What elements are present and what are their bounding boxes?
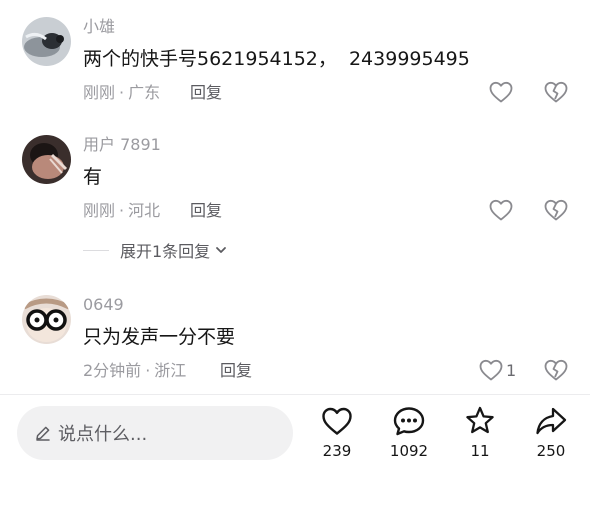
expand-divider-line — [83, 249, 109, 251]
comment-meta: 2分钟前 · 浙江 — [83, 361, 186, 381]
dislike-button[interactable] — [542, 195, 570, 225]
heart-outline-icon — [489, 199, 513, 221]
comment-action-button[interactable]: 1092 — [374, 405, 444, 465]
comment-location: 河北 — [128, 201, 161, 220]
heart-outline-icon — [489, 81, 513, 103]
comment-input-placeholder: 说点什么... — [58, 424, 148, 445]
comment-time: 刚刚 — [83, 201, 116, 220]
like-button[interactable] — [488, 77, 516, 107]
share-action-button[interactable]: 250 — [516, 405, 586, 465]
dislike-button[interactable] — [542, 77, 570, 107]
comment-username[interactable]: 小雄 — [83, 17, 115, 37]
expand-replies-button[interactable]: 展开1条回复 — [83, 240, 228, 261]
comment-text: 有 — [83, 166, 103, 188]
pencil-icon — [36, 426, 50, 441]
meta-separator: · — [145, 361, 151, 380]
comment-time: 2分钟前 — [83, 361, 142, 380]
favorite-action-button[interactable]: 11 — [445, 405, 515, 465]
meta-separator: · — [119, 201, 125, 220]
heart-outline-icon — [322, 407, 352, 435]
comment-username[interactable]: 0649 — [83, 295, 124, 315]
comment-meta: 刚刚 · 广东 — [83, 83, 160, 103]
speech-bubble-icon — [393, 407, 425, 436]
like-count: 1 — [506, 360, 517, 380]
dislike-button[interactable] — [542, 355, 570, 385]
reply-button[interactable]: 回复 — [190, 201, 222, 221]
comment-text: 两个的快手号5621954152， 2439995495 — [83, 48, 470, 70]
like-button[interactable]: 1 — [478, 355, 516, 385]
share-arrow-icon — [536, 407, 567, 435]
broken-heart-icon — [544, 199, 568, 221]
comment-input[interactable]: 说点什么... — [17, 406, 293, 460]
favorite-action-count: 11 — [470, 442, 490, 460]
avatar[interactable] — [22, 295, 71, 344]
like-button[interactable] — [488, 195, 516, 225]
comment-action-count: 1092 — [389, 442, 429, 460]
broken-heart-icon — [544, 81, 568, 103]
heart-outline-icon — [479, 359, 503, 381]
meta-separator: · — [119, 83, 125, 102]
comment-time: 刚刚 — [83, 83, 116, 102]
comment-location: 广东 — [128, 83, 161, 102]
avatar[interactable] — [22, 135, 71, 184]
reply-button[interactable]: 回复 — [190, 83, 222, 103]
like-action-count: 239 — [322, 442, 352, 460]
like-action-button[interactable]: 239 — [302, 405, 372, 465]
comment-location: 浙江 — [154, 361, 187, 380]
expand-replies-label: 展开1条回复 — [120, 242, 211, 261]
comment-username[interactable]: 用户 7891 — [83, 135, 161, 155]
star-icon — [466, 406, 494, 434]
bottom-action-bar: 说点什么... 239 1092 11 250 — [0, 395, 590, 507]
avatar[interactable] — [22, 17, 71, 66]
comment-meta: 刚刚 · 河北 — [83, 201, 160, 221]
comment-text: 只为发声一分不要 — [83, 326, 236, 348]
reply-button[interactable]: 回复 — [220, 361, 252, 381]
chevron-down-icon — [216, 247, 227, 253]
broken-heart-icon — [544, 359, 568, 381]
share-action-count: 250 — [536, 442, 566, 460]
